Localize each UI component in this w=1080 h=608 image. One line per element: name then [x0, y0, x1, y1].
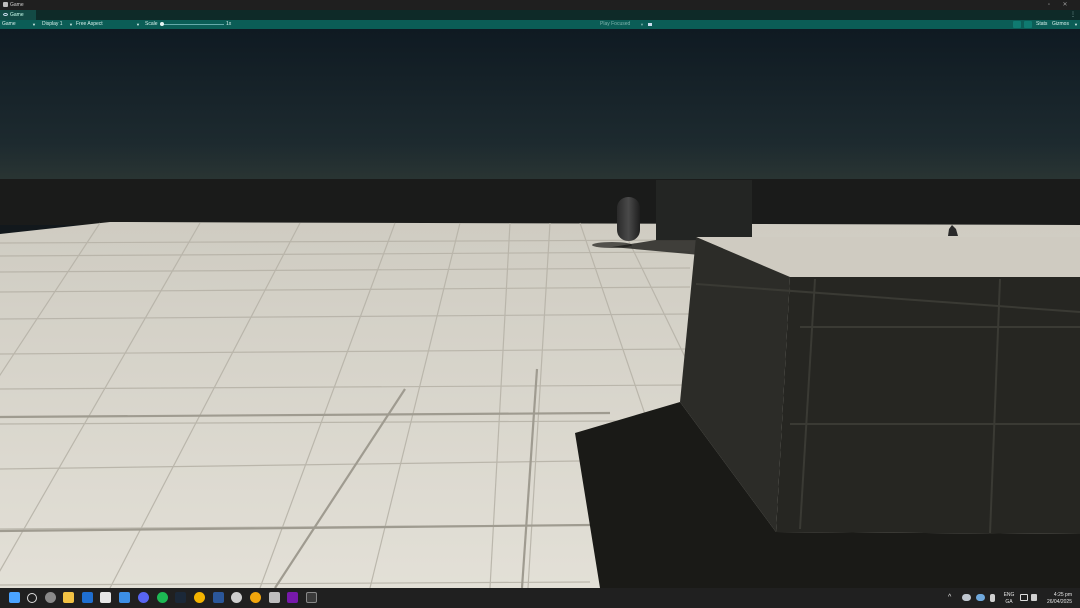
mute-audio-icon[interactable] — [647, 21, 653, 28]
onedrive-icon[interactable] — [962, 594, 971, 601]
volume-icon[interactable] — [1031, 594, 1037, 601]
clock-time[interactable]: 4:25 pm — [1044, 592, 1072, 598]
bluetooth-icon[interactable] — [990, 594, 995, 602]
clock-date: 26/04/2025 — [1046, 599, 1072, 605]
scale-value: 1x — [226, 21, 232, 27]
scale-label: Scale — [145, 21, 158, 27]
skybox — [0, 29, 1080, 181]
chrome-canary-icon[interactable] — [250, 592, 261, 603]
unity-icon[interactable] — [119, 592, 130, 603]
cloud-sync-icon[interactable] — [976, 594, 985, 601]
outlook-icon[interactable] — [82, 592, 93, 603]
restore-button[interactable]: ▫ — [1044, 1, 1054, 9]
search-icon[interactable] — [27, 593, 37, 603]
block-front-face — [776, 277, 1080, 534]
view-mode-dropdown[interactable]: Game — [2, 20, 16, 29]
horizon-band — [0, 179, 1080, 225]
more-options-icon[interactable]: ⋮ — [1070, 11, 1076, 18]
display-icon[interactable] — [1020, 594, 1028, 601]
steam-icon[interactable] — [175, 592, 186, 603]
settings-icon[interactable] — [45, 592, 56, 603]
chevron-down-icon: ▼ — [640, 22, 644, 27]
gizmos-button[interactable]: Gizmos — [1052, 20, 1069, 29]
tab-label: Game — [10, 12, 24, 18]
start-icon[interactable] — [9, 592, 20, 603]
display-dropdown[interactable]: Display 1 — [42, 20, 63, 29]
play-mode-dropdown[interactable]: Play Focused — [600, 20, 630, 29]
chevron-down-icon: ▼ — [32, 22, 36, 27]
layout-toggle-icon[interactable] — [1013, 21, 1021, 28]
game-toolbar: Game ▼ Display 1 ▼ Free Aspect ▼ Scale 1… — [0, 20, 1080, 29]
chevron-down-icon: ▼ — [1074, 22, 1078, 27]
chevron-down-icon: ▼ — [69, 22, 73, 27]
window-titlebar: Game ▫ ✕ — [0, 0, 1080, 10]
discord-icon[interactable] — [138, 592, 149, 603]
unity-logo-icon — [3, 2, 8, 7]
input-language[interactable]: ENG — [1002, 592, 1016, 598]
aspect-dropdown[interactable]: Free Aspect — [76, 20, 103, 29]
word-icon[interactable] — [213, 592, 224, 603]
file-explorer-icon[interactable] — [63, 592, 74, 603]
maximize-on-play-icon[interactable] — [1024, 21, 1032, 28]
game-scene — [0, 29, 1080, 588]
scale-slider-handle[interactable] — [160, 22, 164, 26]
unity-hub-icon[interactable] — [231, 592, 242, 603]
onenote-icon[interactable] — [287, 592, 298, 603]
spotify-icon[interactable] — [157, 592, 168, 603]
keyboard-region: GA — [1005, 599, 1013, 605]
game-viewport[interactable] — [0, 29, 1080, 588]
github-desktop-icon[interactable] — [269, 592, 280, 603]
terminal-icon[interactable] — [306, 592, 317, 603]
background-block — [656, 180, 752, 240]
game-view-icon — [3, 13, 8, 16]
tab-bar: Game ⋮ — [0, 10, 1080, 20]
taskbar: ^ ENG GA 4:25 pm 26/04/2025 — [0, 588, 1080, 608]
player-capsule — [617, 197, 640, 241]
stats-button[interactable]: Stats — [1036, 20, 1047, 29]
window-title: Game — [10, 2, 24, 8]
photos-icon[interactable] — [100, 592, 111, 603]
chrome-icon[interactable] — [194, 592, 205, 603]
chevron-down-icon: ▼ — [136, 22, 140, 27]
chevron-up-icon[interactable]: ^ — [948, 594, 951, 601]
tab-game[interactable]: Game — [0, 10, 36, 20]
close-button[interactable]: ✕ — [1060, 1, 1070, 9]
scale-slider-track[interactable] — [160, 24, 224, 25]
